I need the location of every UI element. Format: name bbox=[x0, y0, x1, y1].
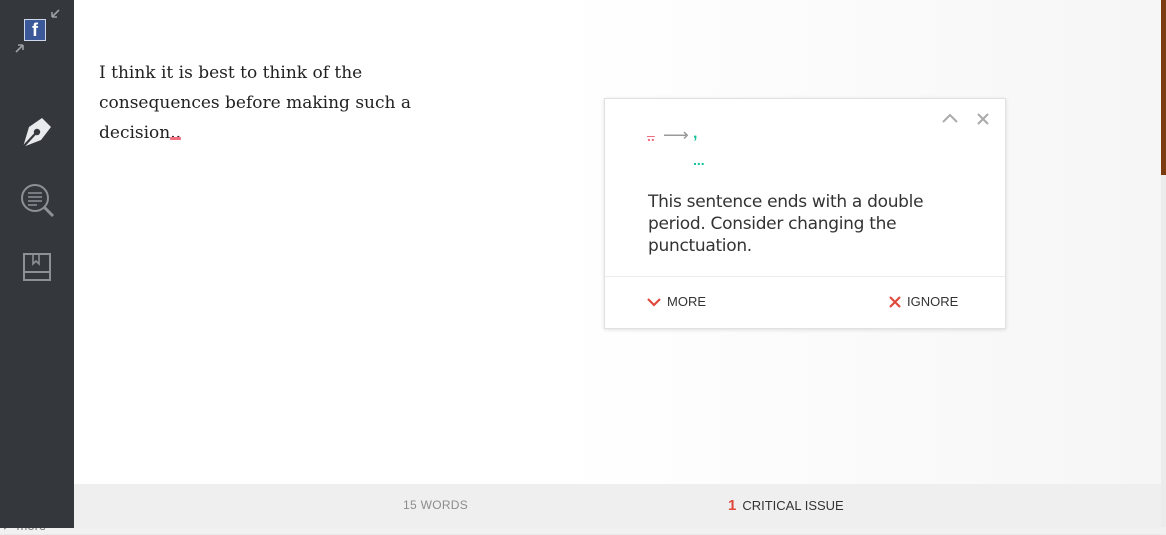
suggested-comma[interactable]: , bbox=[693, 126, 697, 142]
chevron-down-icon bbox=[647, 297, 661, 307]
chevron-up-icon[interactable] bbox=[940, 109, 960, 129]
ignore-button[interactable]: IGNORE bbox=[889, 294, 958, 309]
editor-text[interactable]: I think it is best to think of the conse… bbox=[99, 58, 429, 148]
original-punctuation: .. bbox=[647, 128, 655, 144]
book-icon[interactable] bbox=[20, 250, 54, 284]
arrow-icon: ⟶ bbox=[663, 125, 689, 145]
pen-icon[interactable] bbox=[18, 112, 56, 150]
close-icon[interactable] bbox=[973, 109, 993, 129]
background-page-bottom bbox=[0, 527, 1166, 534]
correction-transform: .. ⟶ , ... bbox=[647, 125, 727, 171]
issue-count: 1 bbox=[728, 497, 737, 514]
editor-sentence: I think it is best to think of the conse… bbox=[99, 63, 412, 143]
highlighted-mistake[interactable]: .. bbox=[170, 123, 181, 143]
word-count: 15 WORDS bbox=[403, 498, 469, 512]
sidebar: f bbox=[0, 0, 74, 528]
review-icon[interactable] bbox=[18, 181, 56, 219]
status-bar: 15 WORDS 1 CRITICAL ISSUE bbox=[74, 484, 1161, 528]
more-button[interactable]: MORE bbox=[647, 294, 706, 309]
ignore-label: IGNORE bbox=[907, 294, 959, 309]
x-icon bbox=[889, 295, 901, 308]
suggested-ellipsis[interactable]: ... bbox=[693, 153, 705, 167]
facebook-icon[interactable]: f bbox=[24, 19, 46, 41]
critical-issues-indicator[interactable]: 1 CRITICAL ISSUE bbox=[728, 497, 844, 514]
card-footer: MORE IGNORE bbox=[605, 276, 1005, 329]
grammar-app-window: f I think it is best to think of the con… bbox=[0, 0, 1161, 528]
suggestion-message: This sentence ends with a double period.… bbox=[648, 192, 924, 256]
more-label: MORE bbox=[667, 294, 706, 309]
suggestion-card: .. ⟶ , ... This sentence ends with a dou… bbox=[604, 98, 1006, 329]
issue-label: CRITICAL ISSUE bbox=[742, 498, 844, 513]
